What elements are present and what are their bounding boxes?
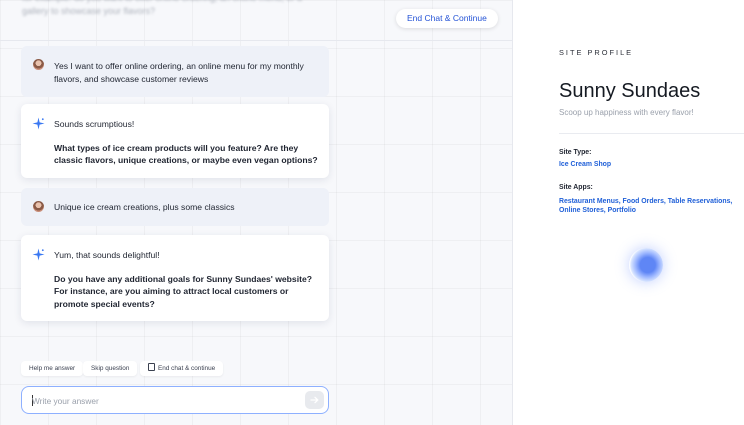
- end-chat-chip-label: End chat & continue: [158, 365, 216, 372]
- chat-pane: for example: do you want to offer online…: [0, 0, 512, 425]
- sparkle-icon: [32, 248, 45, 261]
- user-avatar: [33, 59, 44, 70]
- assistant-message: Yum, that sounds delightful! Do you have…: [21, 235, 329, 321]
- previous-message-text: for example: do you want to offer online…: [22, 0, 302, 16]
- sparkle-icon: [32, 117, 45, 130]
- site-type-value: Ice Cream Shop: [559, 161, 612, 168]
- loading-orb: [629, 248, 663, 282]
- site-profile-panel: SITE PROFILE Sunny Sundaes Scoop up happ…: [512, 0, 744, 425]
- skip-question-button[interactable]: Skip question: [83, 361, 138, 376]
- end-chat-continue-chip[interactable]: End chat & continue: [140, 361, 224, 376]
- end-chat-continue-button[interactable]: End Chat & Continue: [396, 9, 498, 28]
- user-message-text: Yes I want to offer online ordering, an …: [54, 61, 304, 84]
- user-message-text: Unique ice cream creations, plus some cl…: [54, 202, 235, 212]
- site-name: Sunny Sundaes: [559, 80, 701, 102]
- site-type-label: Site Type:: [559, 149, 592, 156]
- document-icon: [148, 363, 155, 371]
- assistant-question-text: What types of ice cream products will yo…: [54, 142, 318, 166]
- help-me-answer-button[interactable]: Help me answer: [21, 361, 84, 376]
- user-message: Yes I want to offer online ordering, an …: [21, 46, 329, 97]
- user-message: Unique ice cream creations, plus some cl…: [21, 188, 329, 226]
- site-tagline: Scoop up happiness with every flavor!: [559, 108, 694, 117]
- user-avatar: [33, 201, 44, 212]
- divider: [559, 133, 744, 134]
- divider: [0, 40, 512, 41]
- site-apps-value: Restaurant Menus, Food Orders, Table Res…: [559, 198, 733, 214]
- section-label: SITE PROFILE: [559, 48, 634, 57]
- answer-input[interactable]: [32, 394, 292, 408]
- assistant-message: Sounds scrumptious! What types of ice cr…: [21, 104, 329, 178]
- assistant-intro-text: Sounds scrumptious!: [54, 119, 135, 129]
- answer-box: [21, 386, 329, 414]
- send-button[interactable]: [305, 391, 324, 409]
- send-arrow-icon: [310, 396, 319, 404]
- assistant-question-text: Do you have any additional goals for Sun…: [54, 273, 312, 309]
- site-apps-label: Site Apps:: [559, 184, 593, 191]
- assistant-intro-text: Yum, that sounds delightful!: [54, 250, 160, 260]
